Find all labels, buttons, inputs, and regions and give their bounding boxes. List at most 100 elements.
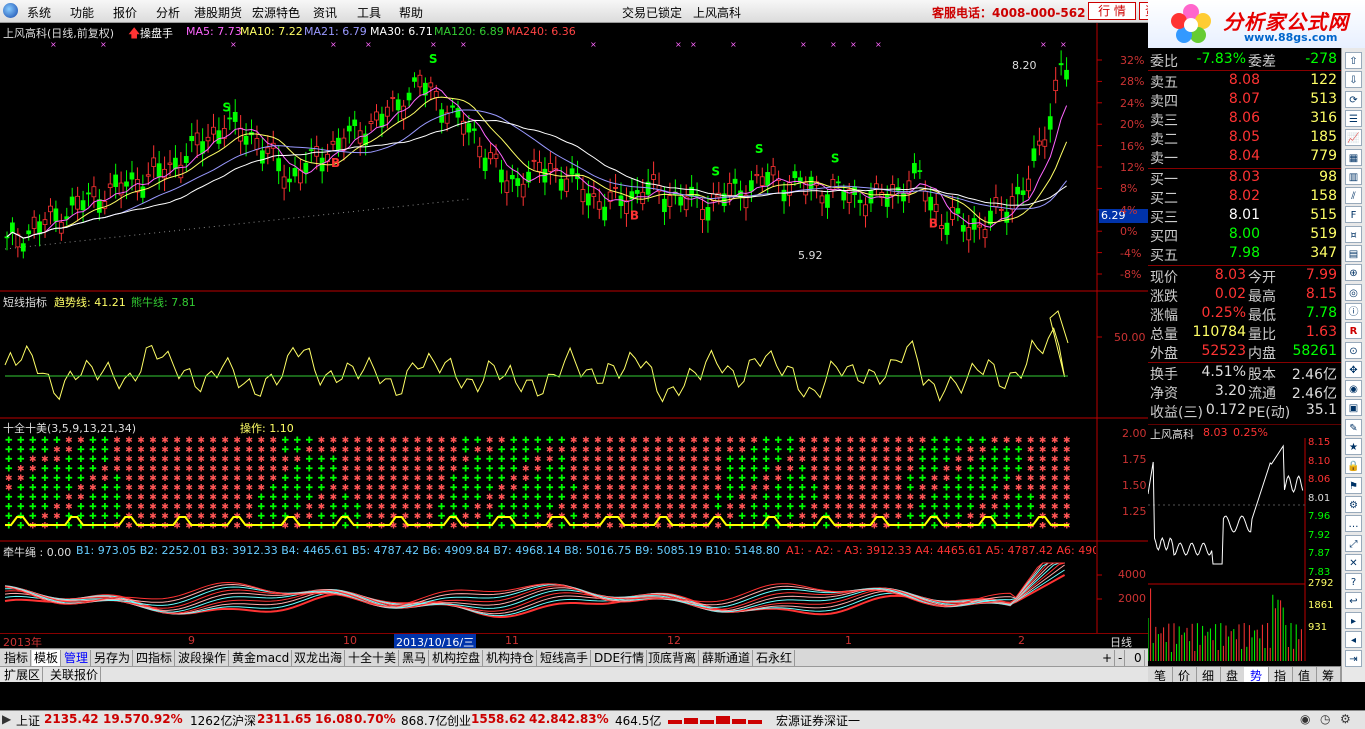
tab-indicator-11[interactable]: 机构持仓	[484, 650, 538, 666]
mini-tab-5[interactable]: 指	[1268, 667, 1293, 683]
target-icon[interactable]: ◉	[1345, 380, 1362, 398]
ten-green-cell: ✚	[17, 436, 25, 446]
tool-icon[interactable]: ✎	[1345, 418, 1362, 436]
back-icon[interactable]: ↩	[1345, 592, 1362, 610]
mini-tab-4[interactable]: 势	[1244, 667, 1269, 683]
lock-icon[interactable]: 🔒	[1345, 457, 1362, 475]
tab-related-quotes[interactable]: 关联报价	[48, 667, 102, 683]
move-icon[interactable]: ✥	[1345, 360, 1362, 378]
tab-indicator-6[interactable]: 黄金macd	[230, 650, 293, 666]
grid-icon[interactable]: ▤	[1345, 245, 1362, 262]
buy-level-2[interactable]: 买二 8.02 158	[1148, 188, 1341, 207]
tab-indicator-1[interactable]: 模板	[32, 650, 62, 666]
buy-level-3[interactable]: 买三 8.01 515	[1148, 207, 1341, 226]
app-logo-icon[interactable]	[3, 3, 18, 18]
prev-icon[interactable]: ◂	[1345, 631, 1362, 648]
chart-canvas[interactable]: S S S S S B B B × × × × × × × × × × × × × × × × × ✚ ✚ ✚ ✚ ✱ ✱ ✚ ✚ ✚ ✚ ✚ ✚ ✚ ✱ ✱…	[0, 23, 1148, 633]
sell-level-3[interactable]: 卖三 8.06 316	[1148, 110, 1341, 129]
stat-value: 58261	[1292, 343, 1337, 359]
kline-icon[interactable]: ⫽	[1345, 187, 1362, 205]
tab-control-0[interactable]: +	[1100, 650, 1116, 666]
tab-indicator-15[interactable]: 薛斯通道	[700, 650, 754, 666]
mini-tab-0[interactable]: 笔	[1148, 667, 1173, 683]
ten-green-cell: ✚	[306, 484, 314, 494]
close-icon[interactable]: ✕	[1345, 553, 1362, 571]
tab-indicator-8[interactable]: 十全十美	[346, 650, 400, 666]
table-icon[interactable]: ▦	[1345, 148, 1362, 166]
mini-tab-6[interactable]: 值	[1292, 667, 1317, 683]
next-icon[interactable]: ▸	[1345, 611, 1362, 629]
menu-system[interactable]: 系统	[27, 4, 51, 21]
zoom-icon[interactable]: ⊕	[1345, 264, 1362, 282]
news-icon[interactable]: ¤	[1345, 225, 1362, 243]
tab-indicator-10[interactable]: 机构控盘	[430, 650, 484, 666]
tab-extension-area[interactable]: 扩展区	[2, 667, 44, 683]
mini-tab-2[interactable]: 细	[1196, 667, 1221, 683]
buy-level-1[interactable]: 买一 8.03 98	[1148, 169, 1341, 188]
mini-tab-1[interactable]: 价	[1172, 667, 1197, 683]
mini-tab-3[interactable]: 盘	[1220, 667, 1245, 683]
f10-icon[interactable]: F	[1345, 206, 1362, 224]
ten-red-cell: ✱	[233, 465, 241, 475]
tab-indicator-0[interactable]: 指标	[2, 650, 32, 666]
sz-label[interactable]: 沪深	[232, 712, 256, 729]
rsi-icon[interactable]: R	[1345, 322, 1362, 340]
chart-icon[interactable]: 📈	[1345, 129, 1362, 147]
sell-level-5[interactable]: 卖五 8.08 122	[1148, 72, 1341, 91]
cy-label[interactable]: 创业	[447, 712, 471, 729]
ten-red-cell: ✱	[907, 493, 915, 503]
sell-level-1[interactable]: 卖一 8.04 779	[1148, 148, 1341, 167]
expand-icon[interactable]: ⤢	[1345, 534, 1362, 552]
tab-indicator-3[interactable]: 另存为	[92, 650, 134, 666]
menu-quote[interactable]: 报价	[113, 4, 137, 21]
tab-indicator-16[interactable]: 石永红	[754, 650, 796, 666]
chart-area[interactable]: S S S S S B B B × × × × × × × × × × × × × × × × × ✚ ✚ ✚ ✚ ✱ ✱ ✚ ✚ ✚ ✚ ✚ ✚ ✚ ✱ ✱…	[0, 23, 1149, 633]
intraday-mini-chart[interactable]: 上风高科 8.03 0.25% 8.15 8.10 8.06 8.01 7.96 7.92…	[1148, 424, 1341, 661]
flag-icon[interactable]: ⚑	[1345, 476, 1362, 494]
menu-function[interactable]: 功能	[70, 4, 94, 21]
quote-button[interactable]: 行 情	[1088, 2, 1136, 20]
help-icon[interactable]: ?	[1345, 573, 1362, 591]
tab-indicator-13[interactable]: DDE行情	[592, 650, 648, 666]
mini-tab-7[interactable]: 筹	[1316, 667, 1341, 683]
sell-level-4[interactable]: 卖四 8.07 513	[1148, 91, 1341, 110]
refresh-icon[interactable]: ⟳	[1345, 90, 1362, 108]
tab-indicator-5[interactable]: 波段操作	[176, 650, 230, 666]
menu-tools[interactable]: 工具	[357, 4, 381, 21]
tab-indicator-2[interactable]: 管理	[62, 650, 92, 666]
buy-level-4[interactable]: 买四 8.00 519	[1148, 226, 1341, 245]
tab-indicator-9[interactable]: 黑马	[400, 650, 430, 666]
box-icon[interactable]: ▣	[1345, 399, 1362, 417]
list-icon[interactable]: ☰	[1345, 109, 1362, 127]
settings-icon[interactable]: ⚙	[1345, 495, 1362, 513]
star-icon[interactable]: ★	[1345, 438, 1362, 455]
end-icon[interactable]: ⇥	[1345, 650, 1362, 668]
menu-news[interactable]: 资讯	[313, 4, 337, 21]
tab-indicator-4[interactable]: 四指标	[134, 650, 176, 666]
eye-icon[interactable]: ◎	[1345, 283, 1362, 301]
more-icon[interactable]: …	[1345, 515, 1362, 533]
clock-icon[interactable]: ◷	[1320, 712, 1330, 726]
up-arrow-icon[interactable]: ⇧	[1345, 52, 1362, 69]
menu-hongyuan[interactable]: 宏源特色	[252, 4, 300, 21]
brand-url[interactable]: www.88gs.com	[1244, 31, 1337, 44]
bar-chart-icon[interactable]: ▥	[1345, 167, 1362, 185]
tab-indicator-12[interactable]: 短线高手	[538, 650, 592, 666]
down-arrow-icon[interactable]: ⇩	[1345, 71, 1362, 89]
tab-indicator-7[interactable]: 双龙出海	[292, 650, 346, 666]
info-icon[interactable]: ⓘ	[1345, 302, 1362, 320]
ten-red-cell: ✱	[354, 493, 362, 503]
settings-icon[interactable]: ⚙	[1340, 712, 1351, 726]
tab-control-2[interactable]: 0	[1132, 650, 1145, 666]
sh-label[interactable]: 上证	[16, 712, 40, 729]
buy-level-5[interactable]: 买五 7.98 347	[1148, 245, 1341, 264]
menu-help[interactable]: 帮助	[399, 4, 423, 21]
pin-icon[interactable]: ⊙	[1345, 341, 1362, 359]
ten-red-cell: ✱	[1027, 484, 1035, 494]
tab-control-1[interactable]: -	[1116, 650, 1126, 666]
sell-level-2[interactable]: 卖二 8.05 185	[1148, 129, 1341, 148]
menu-analysis[interactable]: 分析	[156, 4, 180, 21]
menu-hk-futures[interactable]: 港股期货	[194, 4, 242, 21]
tab-indicator-14[interactable]: 顶底背离	[646, 650, 700, 666]
network-icon[interactable]: ◉	[1300, 712, 1310, 726]
